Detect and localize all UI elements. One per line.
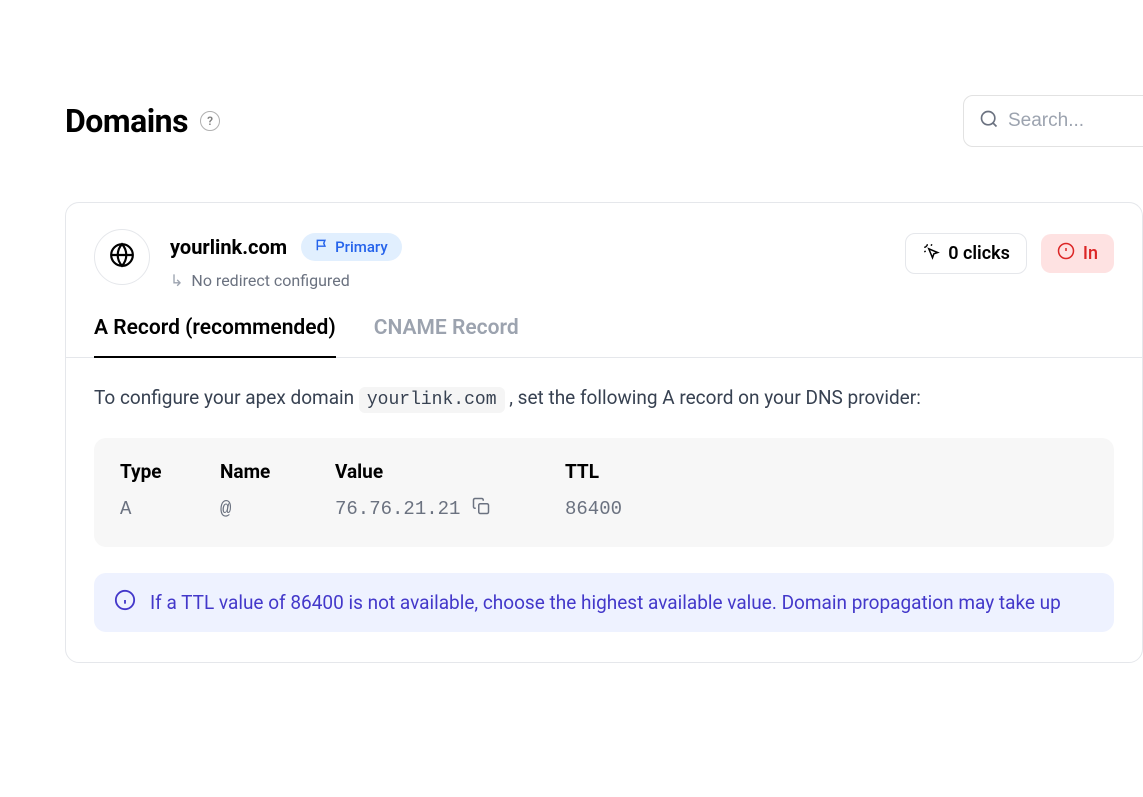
search-icon [979, 109, 999, 133]
tab-a-record[interactable]: A Record (recommended) [94, 316, 336, 358]
domain-card: yourlink.com Primary ↳ No redir [65, 202, 1143, 663]
dns-cell-name: @ [220, 498, 335, 520]
alert-circle-icon [1057, 242, 1075, 265]
dns-table: Type Name Value TTL A @ 76.76.21.21 [94, 438, 1114, 547]
instruction-text: To configure your apex domain yourlink.c… [94, 386, 1114, 410]
globe-icon [109, 242, 135, 272]
info-icon [114, 589, 136, 616]
dns-header-value: Value [335, 460, 565, 483]
dns-header-name: Name [220, 460, 335, 483]
dns-header-type: Type [120, 460, 220, 483]
dns-cell-ttl: 86400 [565, 498, 1088, 520]
info-banner-text: If a TTL value of 86400 is not available… [150, 591, 1061, 614]
globe-icon-wrap [94, 229, 150, 285]
page-title: Domains [65, 102, 188, 140]
redirect-arrow-icon: ↳ [170, 271, 183, 290]
instruction-prefix: To configure your apex domain [94, 386, 359, 409]
domain-name: yourlink.com [170, 235, 287, 259]
info-banner: If a TTL value of 86400 is not available… [94, 573, 1114, 632]
instruction-suffix: , set the following A record on your DNS… [509, 386, 921, 409]
cursor-click-icon [922, 242, 940, 265]
tab-cname-record[interactable]: CNAME Record [374, 316, 519, 358]
clicks-label: 0 clicks [948, 243, 1010, 264]
instruction-domain-code: yourlink.com [359, 387, 505, 413]
dns-cell-type: A [120, 498, 220, 520]
status-badge: In [1041, 234, 1114, 273]
redirect-text: No redirect configured [191, 271, 349, 290]
status-label: In [1083, 243, 1098, 264]
flag-icon [315, 238, 329, 256]
primary-badge-label: Primary [335, 238, 388, 256]
clicks-badge[interactable]: 0 clicks [905, 233, 1027, 274]
help-icon[interactable]: ? [200, 111, 220, 131]
dns-header-ttl: TTL [565, 460, 1088, 483]
copy-icon[interactable] [472, 497, 490, 521]
tabs: A Record (recommended) CNAME Record [66, 290, 1142, 358]
dns-cell-value: 76.76.21.21 [335, 498, 460, 520]
primary-badge: Primary [301, 233, 402, 261]
